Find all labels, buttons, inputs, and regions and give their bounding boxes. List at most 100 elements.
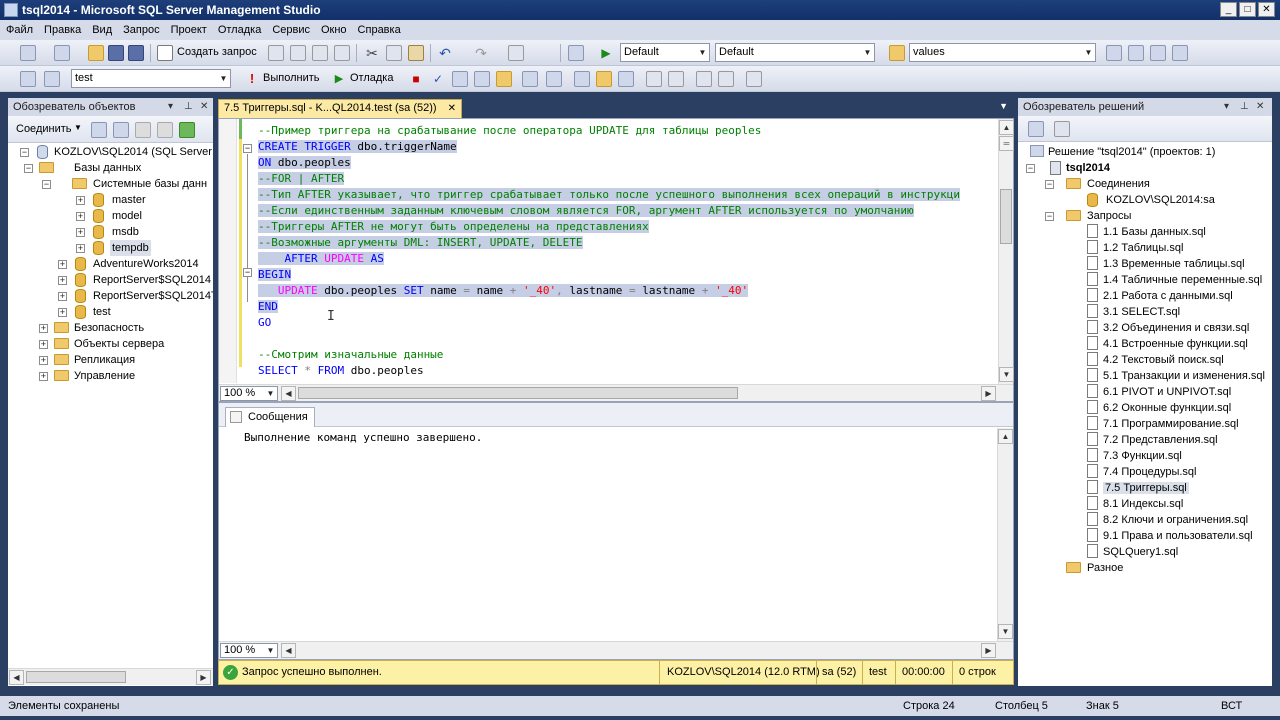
expand-toggle[interactable]: + (58, 308, 67, 317)
find-in-files-icon[interactable] (889, 45, 905, 61)
execute-icon[interactable]: ! (244, 71, 260, 87)
scroll-thumb[interactable] (26, 671, 126, 683)
collapse-toggle[interactable]: − (20, 148, 29, 157)
query-file-item[interactable]: 1.2 Таблицы.sql (1087, 240, 1183, 256)
results-file-icon[interactable] (618, 71, 634, 87)
tree-node-queries[interactable]: Запросы (1087, 208, 1131, 224)
tree-node-tempdb[interactable]: tempdb (110, 240, 151, 256)
increase-indent-icon[interactable] (718, 71, 734, 87)
menu-tools[interactable]: Сервис (266, 20, 315, 40)
database-combo[interactable]: test ▼ (71, 69, 231, 88)
query-file-item[interactable]: 8.1 Индексы.sql (1087, 496, 1183, 512)
tree-node-solution[interactable]: Решение "tsql2014" (проектов: 1) (1030, 144, 1215, 160)
collapse-toggle[interactable]: − (1045, 180, 1054, 189)
expand-toggle[interactable]: + (39, 372, 48, 381)
display-plan-icon[interactable] (452, 71, 468, 87)
parse-icon[interactable]: ✓ (430, 71, 446, 87)
query-file-item[interactable]: 3.2 Объединения и связи.sql (1087, 320, 1249, 336)
query-file-item[interactable]: 7.4 Процедуры.sql (1087, 464, 1196, 480)
object-explorer-hscroll[interactable]: ◀ ▶ (8, 668, 213, 685)
scroll-left-icon[interactable]: ◀ (281, 386, 296, 401)
messages-vscroll[interactable]: ▲ ▼ (997, 428, 1013, 641)
editor-vscroll[interactable]: ▲ ═ ▼ (998, 119, 1014, 384)
query-file-item[interactable]: 6.1 PIVOT и UNPIVOT.sql (1087, 384, 1231, 400)
expand-toggle[interactable]: + (76, 244, 85, 253)
query-file-item[interactable]: 7.3 Функции.sql (1087, 448, 1182, 464)
expand-toggle[interactable]: + (58, 276, 67, 285)
find-combo[interactable]: values ▼ (909, 43, 1096, 62)
expand-toggle[interactable]: + (39, 340, 48, 349)
query-file-item[interactable]: 3.1 SELECT.sql (1087, 304, 1180, 320)
messages-hscroll[interactable]: 100 % ▼ ◀ ▶ (219, 641, 1013, 659)
xmla-query-icon[interactable] (312, 45, 328, 61)
close-button[interactable]: ✕ (1258, 2, 1275, 17)
cancel-query-icon[interactable]: ■ (408, 71, 424, 87)
tree-node-test[interactable]: test (93, 304, 111, 320)
pin-icon[interactable]: ⊥ (184, 98, 193, 116)
zoom-combo[interactable]: 100 % ▼ (220, 386, 278, 401)
tree-node-server-objects[interactable]: Объекты сервера (74, 336, 164, 352)
tree-node-server[interactable]: KOZLOV\SQL2014 (SQL Server 1 (54, 144, 213, 160)
properties-icon[interactable] (1150, 45, 1166, 61)
query-file-item[interactable]: 5.1 Транзакции и изменения.sql (1087, 368, 1265, 384)
expand-toggle[interactable]: + (58, 260, 67, 269)
save-icon[interactable] (108, 45, 124, 61)
query-file-item[interactable]: 7.1 Программирование.sql (1087, 416, 1239, 432)
platform-combo[interactable]: Default ▼ (715, 43, 875, 62)
expand-toggle[interactable]: + (76, 196, 85, 205)
navigate-backward-icon[interactable] (508, 45, 524, 61)
start-debug-icon[interactable]: ▶ (598, 45, 614, 61)
stop-icon[interactable] (135, 122, 151, 138)
tree-node-msdb[interactable]: msdb (112, 224, 139, 240)
tree-node-misc[interactable]: Разное (1087, 560, 1123, 576)
collapse-toggle[interactable]: − (42, 180, 51, 189)
scroll-thumb[interactable] (298, 387, 738, 399)
results-grid-icon[interactable] (596, 71, 612, 87)
query-file-item[interactable]: 6.2 Оконные функции.sql (1087, 400, 1231, 416)
query-file-item[interactable]: 7.2 Представления.sql (1087, 432, 1218, 448)
sqlce-query-icon[interactable] (334, 45, 350, 61)
tree-node-security[interactable]: Безопасность (74, 320, 144, 336)
expand-toggle[interactable]: + (76, 212, 85, 221)
menu-view[interactable]: Вид (86, 20, 117, 40)
dropdown-icon[interactable]: ▾ (1224, 98, 1229, 116)
scroll-up-icon[interactable]: ▲ (999, 120, 1014, 135)
open-file-icon[interactable] (88, 45, 104, 61)
connect-icon[interactable] (20, 71, 36, 87)
scroll-up-icon[interactable]: ▲ (998, 429, 1013, 444)
menu-query[interactable]: Запрос (117, 20, 164, 40)
editor-hscroll[interactable]: 100 % ▼ ◀ ▶ (219, 384, 1013, 401)
menu-window[interactable]: Окно (315, 20, 352, 40)
dmx-query-icon[interactable] (290, 45, 306, 61)
expand-toggle[interactable]: + (58, 292, 67, 301)
close-icon[interactable]: ✕ (200, 98, 208, 116)
redo-icon[interactable]: ↷ (473, 45, 489, 61)
query-file-item[interactable]: 1.4 Табличные переменные.sql (1087, 272, 1262, 288)
menu-debug[interactable]: Отладка (212, 20, 266, 40)
specify-values-icon[interactable] (746, 71, 762, 87)
activity-monitor-icon[interactable] (568, 45, 584, 61)
query-file-item[interactable]: 1.3 Временные таблицы.sql (1087, 256, 1245, 272)
intellisense-icon[interactable] (522, 71, 538, 87)
debug-button[interactable]: Отладка (350, 72, 393, 84)
tree-node-connection[interactable]: KOZLOV\SQL2014:sa (1106, 192, 1215, 208)
tree-node-databases[interactable]: Базы данных (74, 160, 141, 176)
tree-node-reportserver-temp[interactable]: ReportServer$SQL2014T (93, 288, 213, 304)
scroll-left-icon[interactable]: ◀ (281, 643, 296, 658)
new-query-button[interactable]: Создать запрос (177, 46, 257, 58)
tree-node-reportserver[interactable]: ReportServer$SQL2014 (93, 272, 211, 288)
mdx-query-icon[interactable] (268, 45, 284, 61)
scroll-down-icon[interactable]: ▼ (999, 367, 1014, 382)
tree-node-model[interactable]: model (112, 208, 142, 224)
connect-dropdown[interactable]: Соединить (16, 123, 72, 135)
connect-icon[interactable] (91, 122, 107, 138)
solution-config-combo[interactable]: Default ▼ (620, 43, 710, 62)
expand-toggle[interactable]: + (39, 324, 48, 333)
collapse-toggle[interactable]: − (1045, 212, 1054, 221)
split-icon[interactable]: ═ (999, 136, 1014, 151)
tree-node-connections[interactable]: Соединения (1087, 176, 1150, 192)
expand-toggle[interactable]: + (76, 228, 85, 237)
object-explorer-icon[interactable] (1128, 45, 1144, 61)
registered-servers-icon[interactable] (1106, 45, 1122, 61)
scroll-right-icon[interactable]: ▶ (981, 386, 996, 401)
